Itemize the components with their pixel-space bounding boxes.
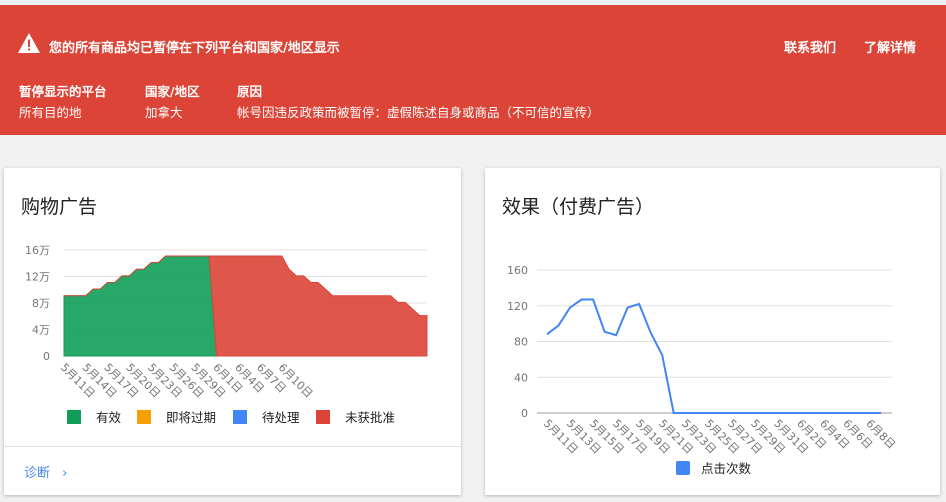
country-header: 国家/地区 — [145, 84, 200, 99]
legend-label: 待处理 — [262, 410, 300, 425]
warning-icon — [18, 33, 40, 53]
suspension-message: 您的所有商品均已暂停在下列平台和国家/地区显示 — [49, 41, 340, 56]
chevron-right-icon: › — [62, 466, 68, 481]
performance-card: 效果（付费广告） 0 40 80 120 160 5月11日 5月13日 5月15日 5月17日… — [485, 168, 940, 495]
contact-us-link[interactable]: 联系我们 — [784, 37, 836, 56]
legend-label: 点击次数 — [701, 461, 752, 476]
platform-value: 所有目的地 — [19, 105, 82, 120]
legend-swatch — [676, 461, 690, 475]
y-tick-label: 16万 — [25, 244, 50, 257]
legend-swatch — [233, 410, 247, 424]
card-divider — [4, 446, 461, 447]
y-tick-label: 0 — [521, 407, 528, 420]
diagnostics-link[interactable]: 诊断 › — [24, 462, 67, 481]
y-tick-label: 120 — [507, 300, 528, 313]
suspension-banner: 您的所有商品均已暂停在下列平台和国家/地区显示 联系我们 了解详情 暂停显示的平… — [0, 5, 946, 135]
y-tick-label: 160 — [507, 264, 528, 277]
y-tick-label: 0 — [43, 350, 50, 363]
y-tick-label: 8万 — [32, 297, 50, 310]
legend-label: 即将过期 — [166, 410, 216, 425]
legend-swatch — [316, 410, 330, 424]
y-tick-label: 4万 — [32, 324, 50, 337]
legend-swatch — [67, 410, 81, 424]
legend-swatch — [137, 410, 151, 424]
shopping-status-chart: 04万8万12万16万5月11日5月14日5月17日5月20日5月23日5月26… — [25, 244, 428, 425]
clicks-line — [546, 298, 881, 414]
country-value: 加拿大 — [145, 105, 183, 120]
reason-header: 原因 — [237, 84, 263, 99]
y-tick-label: 80 — [514, 336, 528, 349]
y-tick-label: 12万 — [25, 271, 50, 284]
legend-label: 未获批准 — [345, 410, 395, 425]
shopping-ads-card: 购物广告 0 4万 8万 12万 16万 5月11日 5月14日 5月17日 5月20日 5月23… — [4, 168, 461, 495]
reason-value: 帐号因违反政策而被暂停：虚假陈述自身或商品（不可信的宣传） — [237, 105, 600, 120]
y-tick-label: 40 — [514, 371, 528, 384]
diagnostics-label: 诊断 — [24, 466, 51, 481]
clicks-chart: 040801201605月11日5月13日5月15日5月17日5月19日5月21… — [507, 264, 898, 476]
platform-header: 暂停显示的平台 — [19, 84, 107, 99]
learn-more-link[interactable]: 了解详情 — [864, 37, 916, 56]
legend-label: 有效 — [96, 410, 122, 425]
